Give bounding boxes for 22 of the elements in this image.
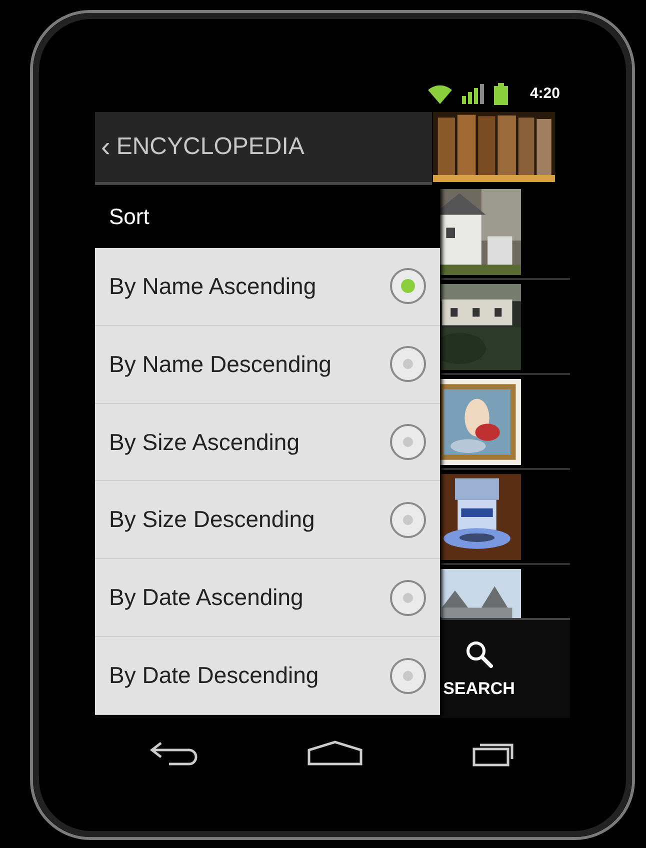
battery-icon: [494, 82, 508, 104]
app-title: ENCYCLOPEDIA: [116, 133, 304, 161]
clock: 4:20: [530, 85, 560, 102]
back-button[interactable]: ‹: [101, 131, 110, 163]
sort-option[interactable]: By Name Descending: [95, 326, 440, 404]
wifi-icon: [428, 84, 452, 104]
sort-option[interactable]: By Size Ascending: [95, 404, 440, 482]
radio-button[interactable]: [390, 658, 426, 694]
radio-button[interactable]: [390, 502, 426, 538]
radio-button[interactable]: [390, 268, 426, 304]
sort-option[interactable]: By Date Ascending: [95, 559, 440, 638]
radio-button[interactable]: [390, 580, 426, 616]
signal-icon: [462, 84, 484, 104]
sort-option[interactable]: By Size Descending: [95, 481, 440, 560]
sort-option[interactable]: By Date Descending: [95, 637, 440, 715]
search-icon: [464, 639, 494, 669]
radio-button[interactable]: [390, 346, 426, 382]
back-icon[interactable]: [149, 740, 200, 766]
radio-button[interactable]: [390, 424, 426, 460]
home-icon[interactable]: [307, 740, 364, 766]
dialog-title: Sort: [109, 204, 150, 230]
sort-option[interactable]: By Name Ascending: [95, 248, 440, 326]
